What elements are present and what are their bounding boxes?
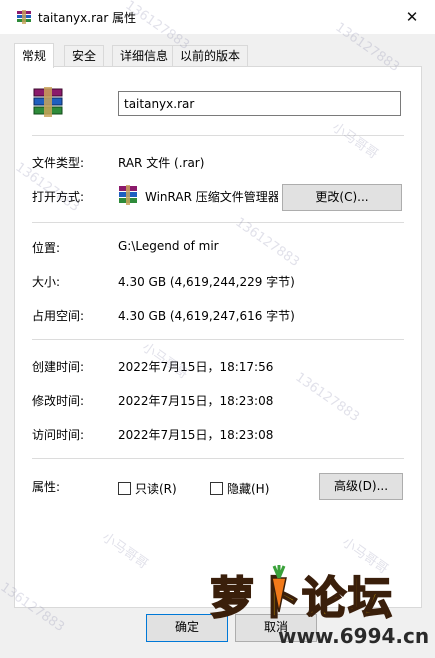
location-value: G:\Legend of mir <box>118 239 219 253</box>
advanced-button[interactable]: 高级(D)... <box>319 473 403 500</box>
location-label: 位置: <box>32 241 61 255</box>
size-value: 4.30 GB (4,619,244,229 字节) <box>118 275 295 289</box>
change-button[interactable]: 更改(C)... <box>282 184 402 211</box>
size-label: 大小: <box>32 275 61 289</box>
file-type-value: RAR 文件 (.rar) <box>118 156 205 170</box>
readonly-label: 只读(R) <box>135 482 177 496</box>
created-label: 创建时间: <box>32 360 85 374</box>
rar-archive-icon <box>33 87 63 117</box>
winrar-icon <box>119 185 137 205</box>
separator <box>32 135 404 136</box>
close-icon: ✕ <box>405 8 419 26</box>
brand-logo-text: 萝卜论坛 <box>209 572 394 625</box>
readonly-checkbox[interactable]: 只读(R) <box>118 480 177 497</box>
tab-details[interactable]: 详细信息 <box>112 45 177 67</box>
properties-window: taitanyx.rar 属性 ✕ 常规 安全 详细信息 以前的版本 taita… <box>0 0 435 658</box>
rar-file-icon <box>17 10 31 24</box>
checkbox-box[interactable] <box>210 482 223 495</box>
brand-logo: 萝卜论坛 www.6994.cn <box>188 560 429 652</box>
brand-url: www.6994.cn <box>278 624 430 648</box>
general-panel: taitanyx.rar 文件类型: RAR 文件 (.rar) 打开方式: W… <box>14 66 422 608</box>
hidden-label: 隐藏(H) <box>227 482 270 496</box>
attributes-label: 属性: <box>32 480 61 494</box>
modified-label: 修改时间: <box>32 394 85 408</box>
checkbox-box[interactable] <box>118 482 131 495</box>
separator <box>32 458 404 459</box>
close-button[interactable]: ✕ <box>401 6 423 28</box>
tab-security[interactable]: 安全 <box>64 45 105 67</box>
file-name-field[interactable]: taitanyx.rar <box>118 91 401 116</box>
open-with-label: 打开方式: <box>32 190 85 204</box>
size-on-disk-label: 占用空间: <box>32 309 85 323</box>
title-bar: taitanyx.rar 属性 ✕ <box>0 0 435 34</box>
carrot-icon <box>271 565 287 613</box>
modified-value: 2022年7月15日，18:23:08 <box>118 394 274 408</box>
open-with-value: WinRAR 压缩文件管理器 <box>145 190 278 204</box>
file-type-label: 文件类型: <box>32 156 85 170</box>
separator <box>32 222 404 223</box>
size-on-disk-value: 4.30 GB (4,619,247,616 字节) <box>118 309 295 323</box>
tab-strip: 常规 安全 详细信息 以前的版本 <box>14 43 424 68</box>
accessed-value: 2022年7月15日，18:23:08 <box>118 428 274 442</box>
created-value: 2022年7月15日，18:17:56 <box>118 360 274 374</box>
separator <box>32 339 404 340</box>
window-title: taitanyx.rar 属性 <box>38 11 137 25</box>
tab-previous-versions[interactable]: 以前的版本 <box>172 45 249 67</box>
tab-general[interactable]: 常规 <box>14 43 55 68</box>
hidden-checkbox[interactable]: 隐藏(H) <box>210 480 269 497</box>
accessed-label: 访问时间: <box>32 428 85 442</box>
